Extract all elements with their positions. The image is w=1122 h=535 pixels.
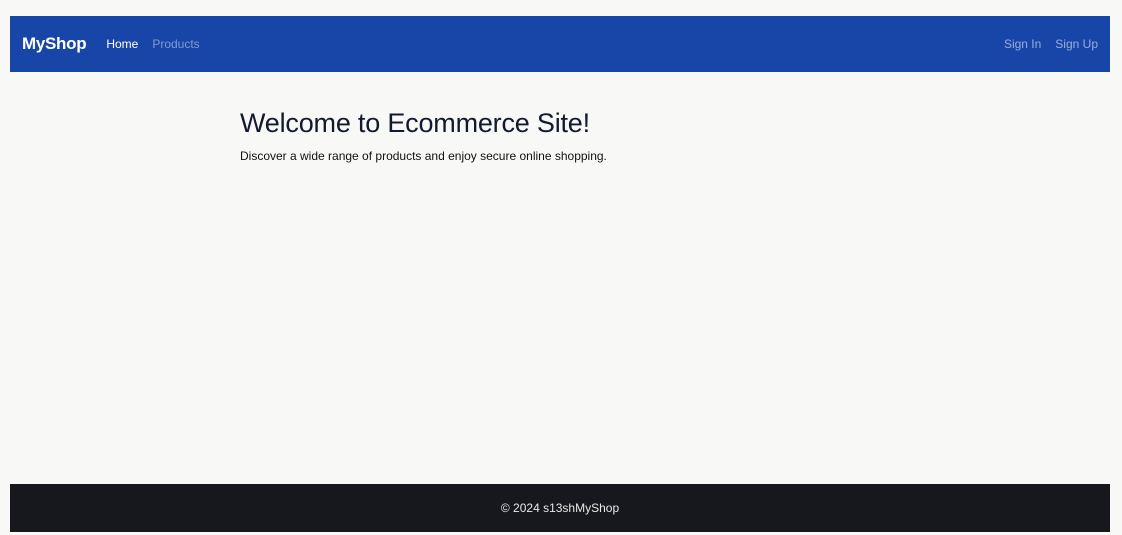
- footer-copyright: © 2024 s13shMyShop: [500, 501, 620, 515]
- auth-links: Sign In Sign Up: [1004, 37, 1098, 51]
- brand-logo-link[interactable]: MyShop: [22, 34, 87, 54]
- main-content: Welcome to Ecommerce Site! Discover a wi…: [240, 108, 940, 163]
- page-subtext: Discover a wide range of products and en…: [240, 149, 607, 163]
- footer: © 2024 s13shMyShop: [10, 484, 1110, 532]
- sign-up-link[interactable]: Sign Up: [1055, 37, 1098, 51]
- nav-links: Home Products: [106, 37, 199, 51]
- sign-in-link[interactable]: Sign In: [1004, 37, 1041, 51]
- page: MyShop Home Products Sign In Sign Up Wel…: [0, 0, 1122, 535]
- nav-link-home[interactable]: Home: [106, 37, 138, 51]
- navbar: MyShop Home Products Sign In Sign Up: [10, 16, 1110, 72]
- nav-link-products[interactable]: Products: [152, 37, 199, 51]
- page-heading: Welcome to Ecommerce Site!: [240, 108, 590, 138]
